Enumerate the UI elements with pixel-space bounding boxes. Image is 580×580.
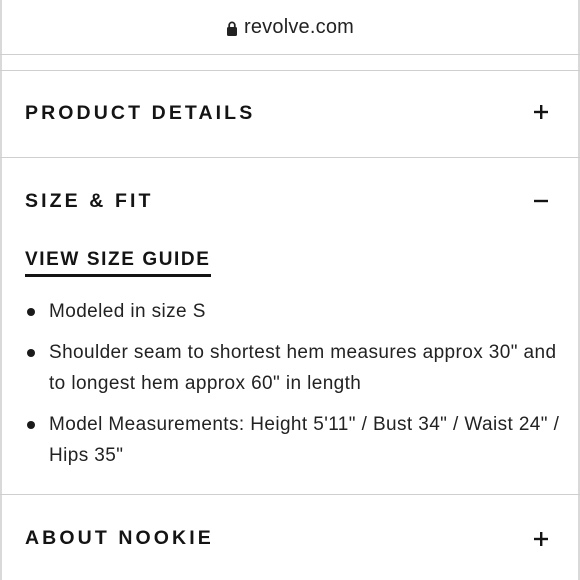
list-item-text: Model Measurements: Height 5'11" / Bust … [49,414,560,466]
view-size-guide-link[interactable]: VIEW SIZE GUIDE [25,249,211,277]
divider [0,494,580,495]
expand-about-button[interactable] [532,530,552,548]
bullet-icon [27,308,35,316]
plus-icon [534,532,548,546]
collapse-size-fit-button[interactable] [532,192,552,210]
list-item: Modeled in size S [25,296,565,327]
divider [0,157,580,158]
left-border [0,0,2,580]
lock-icon [226,21,237,36]
list-item: Shoulder seam to shortest hem measures a… [25,337,565,399]
bullet-icon [27,349,35,357]
bullet-icon [27,421,35,429]
about-brand-heading[interactable]: ABOUT NOOKIE [25,527,214,550]
list-item-text: Shoulder seam to shortest hem measures a… [49,342,557,394]
url-text: revolve.com [243,15,354,38]
divider [0,54,580,55]
minus-icon [534,199,548,203]
size-fit-heading[interactable]: SIZE & FIT [25,190,154,213]
address-bar[interactable]: revolve.com [0,0,580,54]
size-fit-list: Modeled in size S Shoulder seam to short… [25,296,565,481]
divider [0,70,580,71]
list-item: Model Measurements: Height 5'11" / Bust … [25,409,565,471]
list-item-text: Modeled in size S [49,301,206,322]
plus-icon [534,105,548,119]
expand-product-details-button[interactable] [532,103,552,121]
product-details-heading[interactable]: PRODUCT DETAILS [25,102,255,125]
